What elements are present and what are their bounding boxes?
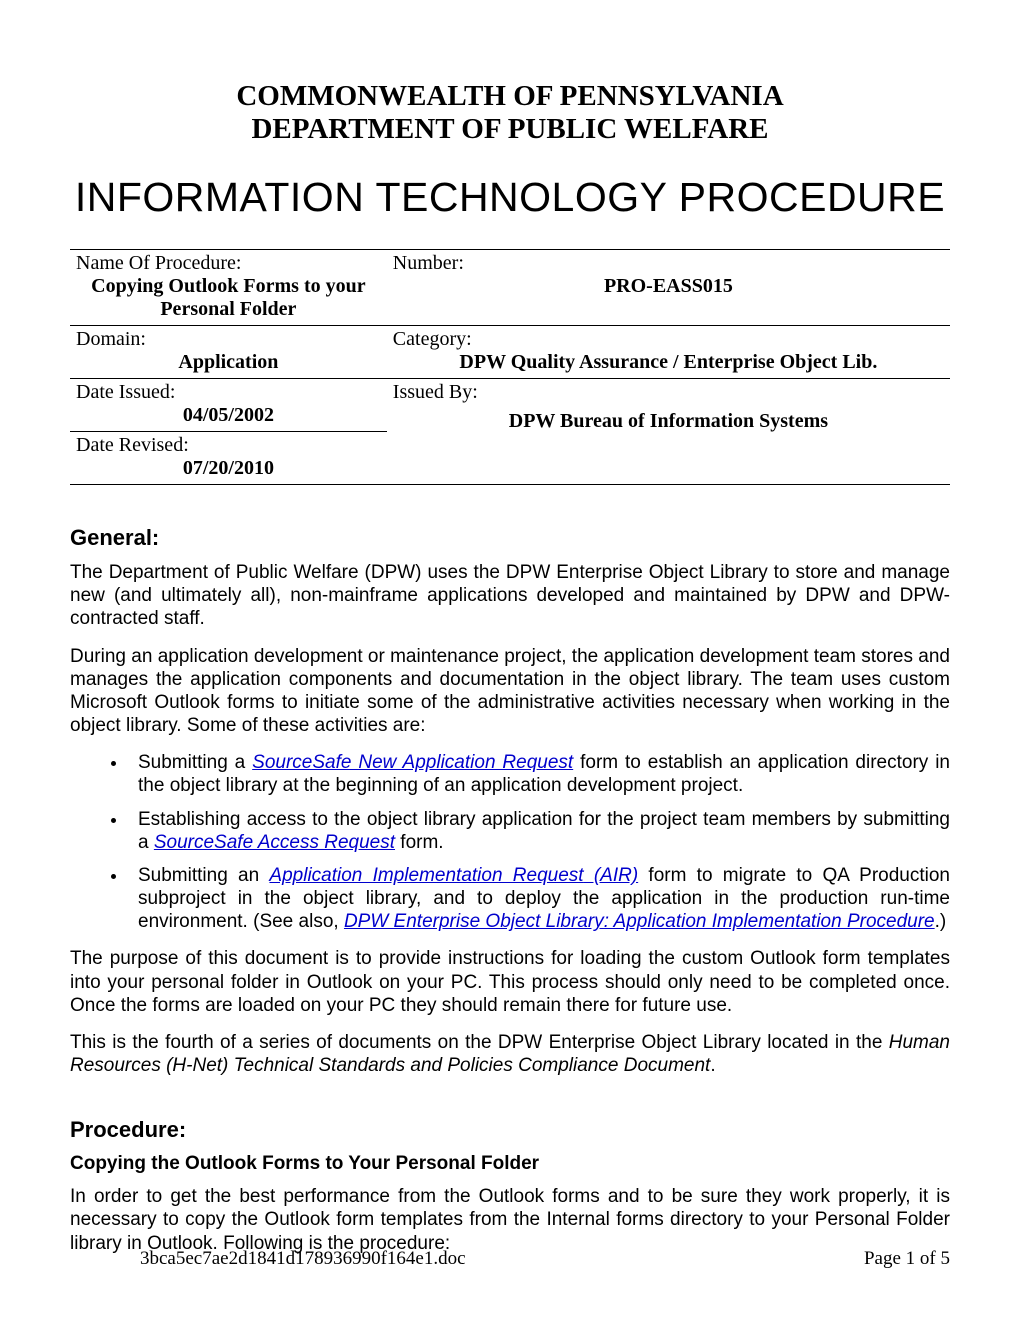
activities-list: Submitting a SourceSafe New Application … bbox=[70, 751, 950, 933]
bullet-text: Submitting an bbox=[138, 865, 269, 886]
list-item: Submitting an Application Implementation… bbox=[128, 864, 950, 934]
list-item: Submitting a SourceSafe New Application … bbox=[128, 751, 950, 797]
metadata-table: Name Of Procedure: Copying Outlook Forms… bbox=[70, 249, 950, 485]
bullet-text: Submitting a bbox=[138, 752, 252, 773]
bullet-text: .) bbox=[935, 911, 947, 932]
number-label: Number: bbox=[393, 252, 464, 274]
issued-label: Date Issued: bbox=[76, 381, 175, 403]
document-title: INFORMATION TECHNOLOGY PROCEDURE bbox=[70, 174, 950, 221]
category-value: DPW Quality Assurance / Enterprise Objec… bbox=[393, 351, 944, 374]
revised-label: Date Revised: bbox=[76, 434, 189, 456]
general-paragraph-1: The Department of Public Welfare (DPW) u… bbox=[70, 561, 950, 631]
revised-value: 07/20/2010 bbox=[76, 457, 381, 480]
number-value: PRO-EASS015 bbox=[393, 275, 944, 298]
bullet-text: form. bbox=[395, 832, 444, 853]
domain-label: Domain: bbox=[76, 328, 146, 350]
footer-page-number: Page 1 of 5 bbox=[864, 1248, 950, 1270]
sourcesafe-access-link[interactable]: SourceSafe Access Request bbox=[154, 832, 395, 853]
general-paragraph-4: This is the fourth of a series of docume… bbox=[70, 1031, 950, 1077]
procedure-paragraph-1: In order to get the best performance fro… bbox=[70, 1185, 950, 1255]
list-item: Establishing access to the object librar… bbox=[128, 808, 950, 854]
procedure-subheading: Copying the Outlook Forms to Your Person… bbox=[70, 1153, 950, 1175]
page-container: COMMONWEALTH OF PENNSYLVANIA DEPARTMENT … bbox=[0, 0, 1020, 1320]
org-line-1: COMMONWEALTH OF PENNSYLVANIA bbox=[70, 80, 950, 113]
procedure-heading: Procedure: bbox=[70, 1117, 950, 1143]
sourcesafe-new-app-link[interactable]: SourceSafe New Application Request bbox=[252, 752, 573, 773]
general-paragraph-3: The purpose of this document is to provi… bbox=[70, 947, 950, 1017]
air-link[interactable]: Application Implementation Request (AIR) bbox=[269, 865, 638, 886]
issuedby-value: DPW Bureau of Information Systems bbox=[393, 410, 944, 433]
name-value: Copying Outlook Forms to your Personal F… bbox=[76, 275, 381, 321]
general-heading: General: bbox=[70, 525, 950, 551]
category-label: Category: bbox=[393, 328, 472, 350]
general-paragraph-2: During an application development or mai… bbox=[70, 645, 950, 738]
issuedby-label: Issued By: bbox=[393, 381, 478, 403]
org-line-2: DEPARTMENT OF PUBLIC WELFARE bbox=[70, 113, 950, 146]
name-label: Name Of Procedure: bbox=[76, 252, 242, 274]
domain-value: Application bbox=[76, 351, 381, 374]
implementation-procedure-link[interactable]: DPW Enterprise Object Library: Applicati… bbox=[344, 911, 935, 932]
footer-filename: 3bca5ec7ae2d1841d178936990f164e1.doc bbox=[70, 1248, 466, 1270]
issued-value: 04/05/2002 bbox=[76, 404, 381, 427]
page-footer: 3bca5ec7ae2d1841d178936990f164e1.doc Pag… bbox=[70, 1248, 950, 1270]
